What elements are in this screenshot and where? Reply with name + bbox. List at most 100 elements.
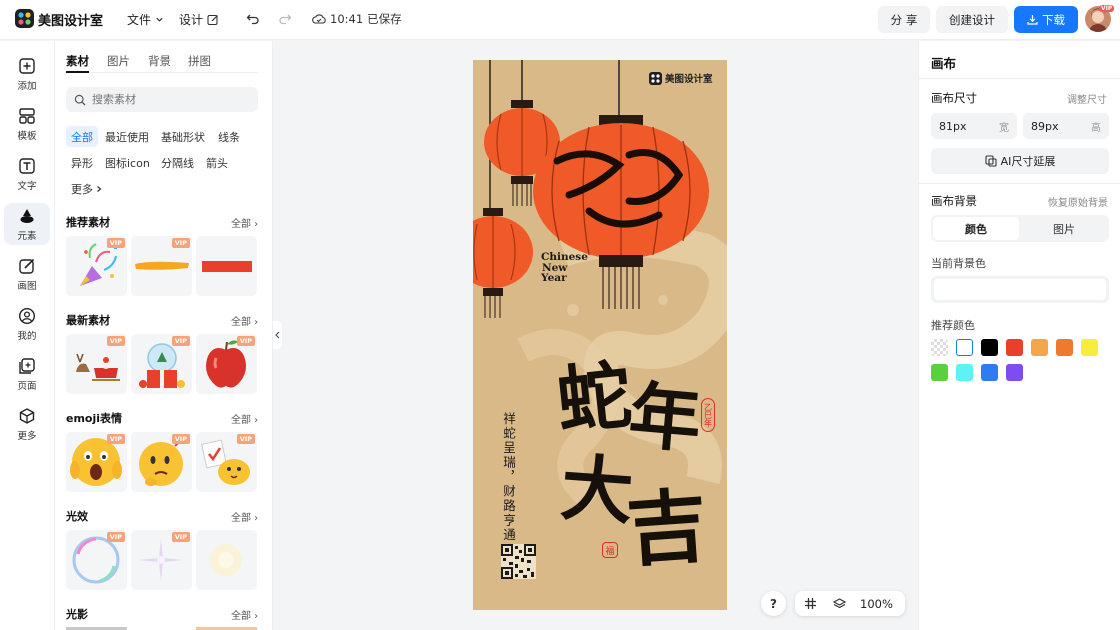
chip-icons[interactable]: 图标icon bbox=[100, 152, 155, 173]
tab-materials[interactable]: 素材 bbox=[66, 53, 89, 69]
layers-icon[interactable] bbox=[833, 597, 846, 610]
rail-item-elements[interactable]: 元素 bbox=[4, 203, 50, 245]
tab-collage[interactable]: 拼图 bbox=[188, 53, 211, 69]
canvas-toolbar: 100% bbox=[795, 591, 905, 616]
section-title-light-effects: 光效 bbox=[66, 510, 88, 523]
rec-colors-label: 推荐颜色 bbox=[931, 319, 975, 332]
asset-thumb-party-popper[interactable]: VIP bbox=[66, 236, 127, 296]
poster-canvas[interactable]: 美图设计室 Chinese New Year 乙巳年 祥蛇呈瑞，财路亨通 蛇 年… bbox=[473, 60, 727, 610]
chip-arrows[interactable]: 箭头 bbox=[201, 152, 233, 173]
divider bbox=[919, 183, 1120, 184]
vip-badge: VIP bbox=[236, 434, 255, 444]
current-bg-field[interactable] bbox=[931, 276, 1109, 303]
color-swatch[interactable] bbox=[1006, 339, 1023, 356]
asset-thumb-shocked-emoji[interactable]: VIP bbox=[66, 432, 127, 492]
section-all-latest[interactable]: 全部 › bbox=[231, 313, 258, 328]
bg-type-toggle: 颜色 图片 bbox=[931, 215, 1109, 242]
chip-more-label: 更多 bbox=[71, 182, 93, 196]
design-menu-button[interactable]: 设计 bbox=[179, 11, 219, 28]
asset-thumb-red-apple[interactable]: VIP bbox=[196, 334, 257, 394]
rail-item-draw[interactable]: 画图 bbox=[4, 253, 50, 295]
height-value[interactable]: 89px bbox=[1031, 120, 1059, 133]
asset-thumb-reindeer-sleigh[interactable]: VIP bbox=[66, 334, 127, 394]
rail-item-page[interactable]: 页面 bbox=[4, 353, 50, 395]
app-name[interactable]: 美图设计室 bbox=[38, 10, 103, 29]
tab-images[interactable]: 图片 bbox=[107, 53, 130, 69]
rail-item-more[interactable]: 更多 bbox=[4, 403, 50, 445]
save-status-text: 已保存 bbox=[367, 12, 402, 26]
asset-thumb-soft-glow[interactable] bbox=[196, 530, 257, 590]
top-bar: 美图设计室 文件 设计 10:41 已保存 分 享 创建设计 下载 VIP bbox=[0, 0, 1120, 40]
headline-char: 年 bbox=[625, 372, 705, 463]
chip-more[interactable]: 更多 bbox=[66, 178, 108, 199]
chip-lines[interactable]: 线条 bbox=[213, 126, 245, 147]
ai-extend-button[interactable]: AI尺寸延展 bbox=[931, 148, 1109, 174]
bg-tab-color[interactable]: 颜色 bbox=[933, 217, 1019, 240]
zoom-level[interactable]: 100% bbox=[860, 597, 893, 611]
chip-basic-shapes[interactable]: 基础形状 bbox=[156, 126, 210, 147]
vip-badge: VIP bbox=[171, 238, 190, 248]
color-swatch[interactable] bbox=[1081, 339, 1098, 356]
help-button[interactable]: ? bbox=[761, 591, 786, 616]
reset-bg-link[interactable]: 恢复原始背景 bbox=[1048, 194, 1108, 209]
search-box[interactable] bbox=[66, 87, 258, 112]
bg-tab-image[interactable]: 图片 bbox=[1021, 217, 1107, 240]
asset-thumb-red-rectangle[interactable] bbox=[196, 236, 257, 296]
rail-item-mine[interactable]: 我的 bbox=[4, 303, 50, 345]
color-swatch[interactable] bbox=[981, 339, 998, 356]
undo-icon[interactable] bbox=[246, 12, 260, 26]
share-button[interactable]: 分 享 bbox=[878, 6, 930, 33]
current-bg-label: 当前背景色 bbox=[931, 257, 986, 270]
color-swatch[interactable] bbox=[1031, 339, 1048, 356]
download-button[interactable]: 下载 bbox=[1014, 6, 1078, 33]
color-swatch[interactable] bbox=[981, 364, 998, 381]
ai-extend-label: AI尺寸延展 bbox=[1000, 155, 1056, 168]
chip-dividers[interactable]: 分隔线 bbox=[156, 152, 199, 173]
grid-icon[interactable] bbox=[804, 597, 817, 610]
height-field[interactable]: 89px 高 bbox=[1023, 113, 1109, 139]
asset-thumb-thinking-emoji[interactable]: VIP bbox=[131, 432, 192, 492]
asset-thumb-sparkle-star[interactable]: VIP bbox=[131, 530, 192, 590]
color-swatch[interactable] bbox=[1056, 339, 1073, 356]
file-menu-button[interactable]: 文件 bbox=[127, 11, 164, 28]
color-swatch[interactable] bbox=[956, 339, 973, 356]
section-all-light-shadow[interactable]: 全部 › bbox=[231, 607, 258, 622]
app-logo-icon[interactable] bbox=[15, 9, 34, 28]
vip-badge: VIP bbox=[236, 336, 255, 346]
section-all-light-effects[interactable]: 全部 › bbox=[231, 509, 258, 524]
section-all-emoji[interactable]: 全部 › bbox=[231, 411, 258, 426]
height-unit: 高 bbox=[1091, 122, 1101, 134]
color-swatch[interactable] bbox=[931, 339, 948, 356]
color-swatch[interactable] bbox=[1006, 364, 1023, 381]
vip-badge: VIP bbox=[106, 434, 125, 444]
rail-item-template[interactable]: 模板 bbox=[4, 103, 50, 145]
headline-char: 吉 bbox=[623, 478, 711, 578]
resize-link[interactable]: 调整尺寸 bbox=[1067, 91, 1107, 106]
color-swatch[interactable] bbox=[931, 364, 948, 381]
chip-all[interactable]: 全部 bbox=[66, 126, 98, 147]
color-swatch[interactable] bbox=[956, 364, 973, 381]
width-value[interactable]: 81px bbox=[939, 120, 967, 133]
asset-thumb-vote-emoji[interactable]: VIP bbox=[196, 432, 257, 492]
search-icon bbox=[74, 94, 86, 106]
see-all-label: 全部 bbox=[231, 219, 251, 230]
chip-irregular[interactable]: 异形 bbox=[66, 152, 98, 173]
rail-item-label: 页面 bbox=[17, 381, 37, 392]
search-input[interactable] bbox=[92, 93, 242, 106]
chevron-down-icon bbox=[155, 15, 164, 24]
asset-thumb-snow-globe-gift[interactable]: VIP bbox=[131, 334, 192, 394]
create-design-button[interactable]: 创建设计 bbox=[936, 6, 1008, 33]
rail-item-text[interactable]: 文字 bbox=[4, 153, 50, 195]
chip-recent[interactable]: 最近使用 bbox=[100, 126, 154, 147]
rail-item-add[interactable]: 添加 bbox=[4, 53, 50, 95]
asset-thumb-bubble-ring[interactable]: VIP bbox=[66, 530, 127, 590]
collapse-panel-button[interactable] bbox=[273, 321, 282, 349]
tab-backgrounds[interactable]: 背景 bbox=[148, 53, 171, 69]
blessing-line-1: 祥蛇呈瑞 bbox=[501, 412, 516, 470]
see-all-label: 全部 bbox=[231, 513, 251, 524]
asset-thumb-yellow-brush[interactable]: VIP bbox=[131, 236, 192, 296]
asset-panel: 素材 图片 背景 拼图 全部 最近使用 基础形状 线条 异形 图标icon 分隔… bbox=[55, 41, 273, 630]
width-field[interactable]: 81px 宽 bbox=[931, 113, 1017, 139]
section-all-recommended[interactable]: 全部 › bbox=[231, 215, 258, 230]
redo-icon[interactable] bbox=[278, 12, 292, 26]
